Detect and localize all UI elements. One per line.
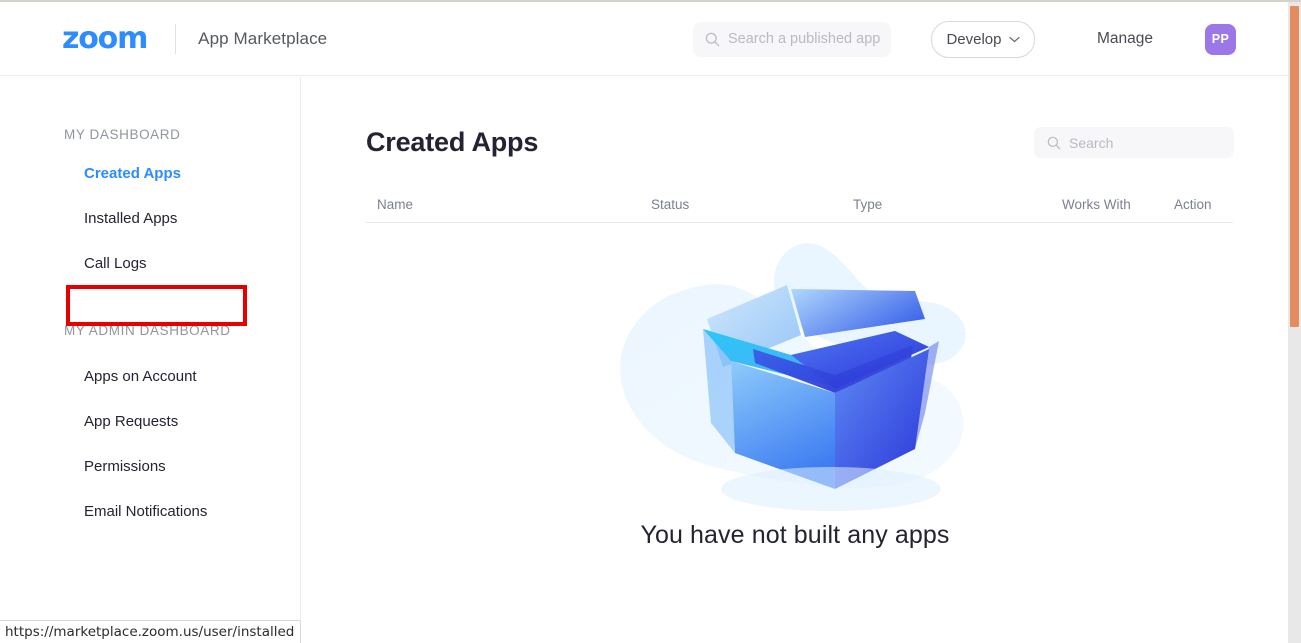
empty-state-message: You have not built any apps [640,521,950,549]
apps-search-input[interactable]: Search [1034,127,1234,158]
header-search-placeholder: Search a published app [727,31,881,47]
header-search-input[interactable]: Search a published app [692,21,891,57]
column-header-type: Type [853,197,883,212]
status-bar-url: https://marketplace.zoom.us/user/install… [5,624,295,640]
avatar[interactable]: PP [1205,23,1236,55]
sidebar-item-installed-apps[interactable]: Installed Apps [84,210,177,227]
header-actions: Search a published app Develop Manage PP [692,2,1288,76]
sidebar-item-apps-on-account[interactable]: Apps on Account [84,368,197,385]
status-bar: https://marketplace.zoom.us/user/install… [0,620,302,643]
scrollbar-thumb[interactable] [1290,6,1299,327]
brand[interactable]: zoom App Marketplace [62,20,328,56]
column-header-action: Action [1174,197,1212,212]
installed-apps-highlight-box [66,285,247,326]
sidebar: MY DASHBOARD Created Apps Installed Apps… [0,77,301,643]
search-icon [705,32,720,47]
sidebar-item-created-apps[interactable]: Created Apps [84,165,181,182]
table-header-row: Name Status Type Works With Action [366,191,1233,223]
develop-button-label: Develop [946,30,1002,48]
page-title: Created Apps [366,127,539,157]
sidebar-item-email-notifications[interactable]: Email Notifications [84,503,207,520]
column-header-status: Status [651,197,690,212]
chevron-down-icon [1008,30,1020,48]
zoom-logo: zoom [62,20,148,56]
created-apps-table: Name Status Type Works With Action [366,191,1233,223]
manage-link[interactable]: Manage [1097,30,1153,48]
sidebar-item-call-logs[interactable]: Call Logs [84,255,147,272]
search-icon [1047,136,1061,150]
brand-divider [175,23,177,54]
sidebar-item-app-requests[interactable]: App Requests [84,413,178,430]
column-header-works-with: Works With [1062,197,1131,212]
empty-box-illustration [595,237,995,527]
empty-state: You have not built any apps [302,237,1288,550]
main-content: Created Apps Search Name Status Type Wor… [302,77,1288,643]
vertical-scrollbar[interactable] [1288,2,1301,643]
sidebar-section-my-admin-dashboard: MY ADMIN DASHBOARD [64,323,231,338]
site-header: zoom App Marketplace Search a published … [0,2,1288,76]
sidebar-section-my-dashboard: MY DASHBOARD [64,127,181,142]
column-header-name: Name [377,197,414,212]
develop-button[interactable]: Develop [930,20,1035,58]
apps-search-placeholder: Search [1069,134,1114,151]
browser-viewport: zoom App Marketplace Search a published … [0,0,1301,643]
sidebar-item-permissions[interactable]: Permissions [84,458,166,475]
site-title: App Marketplace [198,28,328,48]
